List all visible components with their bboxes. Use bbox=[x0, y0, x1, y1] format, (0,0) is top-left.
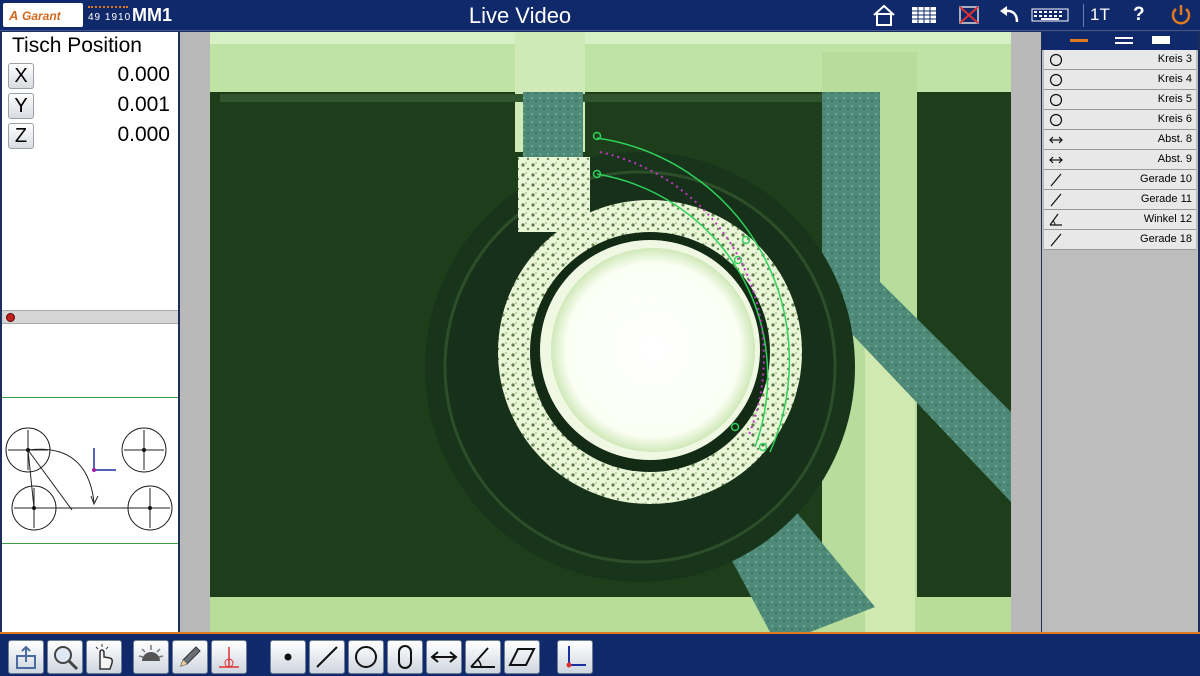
power-icon[interactable] bbox=[1168, 2, 1194, 28]
zero-y-button[interactable]: Y bbox=[8, 93, 34, 119]
garant-logo-icon: A bbox=[9, 8, 19, 23]
distance-icon bbox=[1049, 156, 1063, 164]
table-view-icon[interactable] bbox=[910, 2, 938, 28]
distance-tool-icon[interactable] bbox=[426, 640, 462, 674]
left-panel: Tisch Position X 0.000 Y 0.001 Z 0.000 bbox=[2, 32, 178, 632]
delete-feature-icon[interactable] bbox=[956, 2, 984, 28]
slot-tool-icon[interactable] bbox=[387, 640, 423, 674]
status-strip bbox=[2, 310, 178, 324]
export-icon[interactable] bbox=[8, 640, 44, 674]
circle-icon bbox=[1049, 113, 1063, 127]
feature-item[interactable]: Gerade 10 bbox=[1044, 170, 1196, 190]
video-frame bbox=[180, 32, 1041, 632]
feature-item[interactable]: Winkel 12 bbox=[1044, 210, 1196, 230]
feature-panel: Kreis 3 Kreis 4 Kreis 5 Kreis 6 Abst. 8 … bbox=[1042, 32, 1198, 632]
line-icon bbox=[1050, 173, 1062, 187]
help-button[interactable]: ? bbox=[1133, 4, 1145, 26]
model-number: 49 1910 bbox=[88, 12, 132, 23]
app-window: A Garant 49 1910 MM1 Live Video 1T ? Tis… bbox=[0, 0, 1200, 676]
feature-item[interactable]: Gerade 11 bbox=[1044, 190, 1196, 210]
feature-item[interactable]: Kreis 4 bbox=[1044, 70, 1196, 90]
feature-item[interactable]: Gerade 18 bbox=[1044, 230, 1196, 250]
feature-label: Kreis 5 bbox=[1157, 93, 1192, 105]
circle-icon bbox=[1049, 73, 1063, 87]
feature-label: Kreis 3 bbox=[1157, 53, 1192, 65]
line-icon bbox=[1050, 233, 1062, 247]
model-decoration bbox=[88, 6, 128, 10]
parallel-tool-icon[interactable] bbox=[504, 640, 540, 674]
info-area bbox=[2, 326, 178, 398]
z-value: 0.000 bbox=[117, 123, 170, 146]
keyboard-icon[interactable] bbox=[1030, 2, 1070, 28]
x-value: 0.000 bbox=[117, 63, 170, 86]
edit-icon[interactable] bbox=[172, 640, 208, 674]
angle-icon bbox=[1049, 213, 1062, 226]
line-icon bbox=[1050, 193, 1062, 207]
axis-row-z: Z 0.000 bbox=[6, 123, 174, 151]
feature-label: Gerade 18 bbox=[1140, 233, 1192, 245]
feature-label: Abst. 9 bbox=[1157, 153, 1192, 165]
axis-row-x: X 0.000 bbox=[6, 63, 174, 91]
point-tool-icon[interactable] bbox=[270, 640, 306, 674]
feature-item[interactable]: Abst. 9 bbox=[1044, 150, 1196, 170]
angle-tool-icon[interactable] bbox=[465, 640, 501, 674]
zero-z-button[interactable]: Z bbox=[8, 123, 34, 149]
feature-item[interactable]: Abst. 8 bbox=[1044, 130, 1196, 150]
feature-item[interactable]: Kreis 3 bbox=[1044, 50, 1196, 70]
distance-icon bbox=[1049, 136, 1063, 144]
home-icon[interactable] bbox=[870, 2, 898, 28]
zoom-icon[interactable] bbox=[47, 640, 83, 674]
view-mode-large-icon[interactable] bbox=[1152, 36, 1170, 44]
circle-icon bbox=[1049, 93, 1063, 107]
feature-label: Kreis 4 bbox=[1157, 73, 1192, 85]
position-title: Tisch Position bbox=[12, 34, 142, 57]
brand-name: Garant bbox=[22, 9, 61, 23]
axis-row-y: Y 0.001 bbox=[6, 93, 174, 121]
model-name: MM1 bbox=[132, 5, 172, 25]
feature-label: Gerade 11 bbox=[1140, 193, 1192, 205]
part-preview[interactable] bbox=[2, 398, 178, 544]
circle-icon bbox=[1049, 53, 1063, 67]
feature-label: Abst. 8 bbox=[1157, 133, 1192, 145]
feature-label: Winkel 12 bbox=[1143, 213, 1192, 225]
view-mode-small-icon[interactable] bbox=[1070, 39, 1088, 42]
feature-item[interactable]: Kreis 6 bbox=[1044, 110, 1196, 130]
live-video-view[interactable] bbox=[210, 32, 1011, 632]
zero-x-button[interactable]: X bbox=[8, 63, 34, 89]
status-led-icon bbox=[6, 313, 15, 322]
toolbar-separator bbox=[1083, 4, 1084, 27]
y-value: 0.001 bbox=[117, 93, 170, 116]
crosshair-icon[interactable] bbox=[211, 640, 247, 674]
coordinate-system-icon[interactable] bbox=[557, 640, 593, 674]
touch-probe-icon[interactable] bbox=[86, 640, 122, 674]
view-mode-medium-icon[interactable] bbox=[1115, 37, 1133, 44]
view-title: Live Video bbox=[468, 3, 572, 28]
measure-mode-button[interactable]: 1T bbox=[1090, 5, 1110, 25]
bottom-toolbar bbox=[0, 632, 1200, 676]
line-tool-icon[interactable] bbox=[309, 640, 345, 674]
brand-logo: A Garant bbox=[3, 3, 83, 27]
undo-icon[interactable] bbox=[996, 2, 1022, 28]
feature-item[interactable]: Kreis 5 bbox=[1044, 90, 1196, 110]
feature-list-header bbox=[1042, 32, 1198, 50]
feature-label: Gerade 10 bbox=[1140, 173, 1192, 185]
feature-label: Kreis 6 bbox=[1157, 113, 1192, 125]
light-icon[interactable] bbox=[133, 640, 169, 674]
feature-list: Kreis 3 Kreis 4 Kreis 5 Kreis 6 Abst. 8 … bbox=[1044, 50, 1196, 250]
circle-tool-icon[interactable] bbox=[348, 640, 384, 674]
top-bar: A Garant 49 1910 MM1 Live Video 1T ? bbox=[0, 0, 1200, 31]
